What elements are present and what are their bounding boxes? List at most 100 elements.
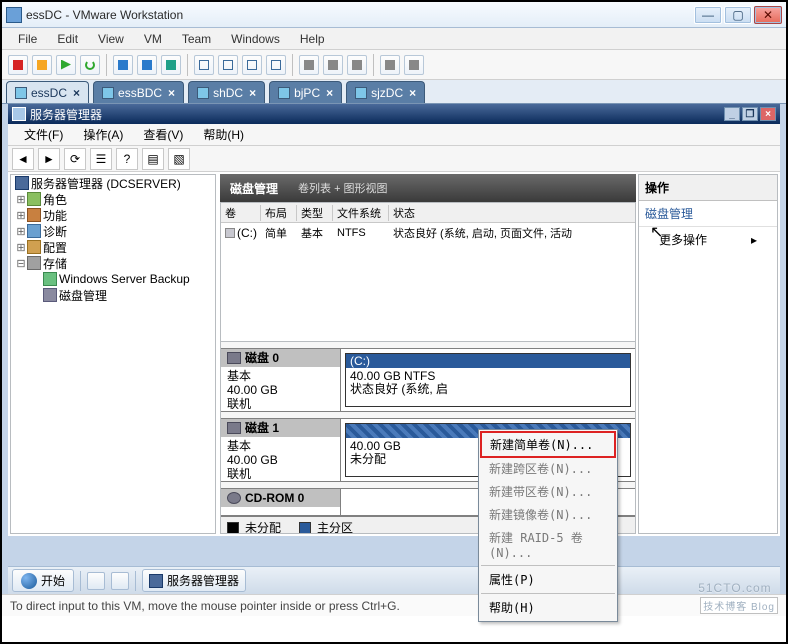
- disk-1-label[interactable]: 磁盘 1 基本 40.00 GB 联机: [221, 419, 341, 481]
- cm-properties[interactable]: 属性(P): [481, 568, 615, 591]
- menu-team[interactable]: Team: [172, 30, 221, 48]
- mmc-restore-button[interactable]: ❐: [742, 107, 758, 121]
- cm-help[interactable]: 帮助(H): [481, 596, 615, 619]
- menu-edit[interactable]: Edit: [47, 30, 88, 48]
- disk-0-volume-c[interactable]: (C:) 40.00 GB NTFS 状态良好 (系统, 启: [345, 353, 631, 407]
- mmc-close-button[interactable]: ×: [760, 107, 776, 121]
- col-type[interactable]: 类型: [297, 205, 333, 221]
- vm-icon: [197, 87, 209, 99]
- tree-backup[interactable]: Windows Server Backup: [11, 271, 215, 287]
- tree-roles[interactable]: ⊞角色: [11, 191, 215, 207]
- vm-tab-bjpc[interactable]: bjPC×: [269, 81, 342, 103]
- menu-view[interactable]: View: [88, 30, 134, 48]
- refresh-button[interactable]: ⟳: [64, 148, 86, 170]
- tree-diag[interactable]: ⊞诊断: [11, 223, 215, 239]
- suspend-button[interactable]: [32, 55, 52, 75]
- cm-new-simple-volume[interactable]: 新建简单卷(N)...: [482, 433, 614, 456]
- tree-config[interactable]: ⊞配置: [11, 239, 215, 255]
- vm-tab-essbdc[interactable]: essBDC×: [93, 81, 184, 103]
- forward-button[interactable]: ►: [38, 148, 60, 170]
- disk-icon: [227, 352, 241, 364]
- tab-close-icon[interactable]: ×: [168, 86, 175, 100]
- server-manager-titlebar: 服务器管理器 _ ❐ ×: [8, 104, 780, 124]
- taskbar-server-manager[interactable]: 服务器管理器: [142, 569, 246, 592]
- col-layout[interactable]: 布局: [261, 205, 297, 221]
- vm-icon: [355, 87, 367, 99]
- volume-row[interactable]: (C:) 简单 基本 NTFS 状态良好 (系统, 启动, 页面文件, 活动: [221, 223, 635, 243]
- cdrom-label[interactable]: CD-ROM 0: [221, 489, 341, 515]
- detail-button[interactable]: ▤: [142, 148, 164, 170]
- expand-icon[interactable]: ⊞: [15, 241, 27, 254]
- vm-tab-shdc[interactable]: shDC×: [188, 81, 265, 103]
- expand-icon[interactable]: ⊞: [15, 193, 27, 206]
- tree-root[interactable]: 服务器管理器 (DCSERVER): [11, 175, 215, 191]
- mmc-menu-action[interactable]: 操作(A): [73, 124, 133, 145]
- capture-button[interactable]: [347, 55, 367, 75]
- start-button[interactable]: 开始: [12, 569, 74, 592]
- minimize-button[interactable]: —: [694, 6, 722, 24]
- tab-close-icon[interactable]: ×: [326, 86, 333, 100]
- tree-diskmgmt[interactable]: 磁盘管理: [11, 287, 215, 303]
- guest-taskbar: 开始 服务器管理器: [8, 566, 780, 594]
- extra-button[interactable]: ▧: [168, 148, 190, 170]
- col-vol[interactable]: 卷: [221, 205, 261, 221]
- disk-icon: [43, 288, 57, 302]
- extra2-button[interactable]: [404, 55, 424, 75]
- quicklaunch-2[interactable]: [111, 572, 129, 590]
- cm-new-striped-volume: 新建带区卷(N)...: [481, 480, 615, 503]
- tree-features[interactable]: ⊞功能: [11, 207, 215, 223]
- expand-icon[interactable]: ⊞: [15, 209, 27, 222]
- tab-close-icon[interactable]: ×: [409, 86, 416, 100]
- quickswitch-button[interactable]: [266, 55, 286, 75]
- close-button[interactable]: ✕: [754, 6, 782, 24]
- cm-new-raid5-volume: 新建 RAID-5 卷(N)...: [481, 526, 615, 563]
- tab-close-icon[interactable]: ×: [249, 86, 256, 100]
- revert-button[interactable]: [137, 55, 157, 75]
- server-manager-title: 服务器管理器: [30, 106, 102, 123]
- volume-list[interactable]: 卷 布局 类型 文件系统 状态 (C:) 简单 基本 NTFS 状态良好 (系统…: [220, 202, 636, 342]
- mmc-menu-file[interactable]: 文件(F): [14, 124, 73, 145]
- vm-tab-essdc[interactable]: essDC×: [6, 81, 89, 103]
- maximize-button[interactable]: ▢: [724, 6, 752, 24]
- features-icon: [27, 208, 41, 222]
- fullscreen-button[interactable]: [299, 55, 319, 75]
- tree-storage[interactable]: ⊟存储: [11, 255, 215, 271]
- extra1-button[interactable]: [380, 55, 400, 75]
- summary-button[interactable]: [242, 55, 262, 75]
- unity-button[interactable]: [323, 55, 343, 75]
- menu-help[interactable]: Help: [290, 30, 335, 48]
- snapshot-button[interactable]: [113, 55, 133, 75]
- mmc-menubar: 文件(F) 操作(A) 查看(V) 帮助(H): [8, 124, 780, 146]
- vmware-toolbar: [2, 50, 786, 80]
- col-fs[interactable]: 文件系统: [333, 205, 389, 221]
- mmc-menu-view[interactable]: 查看(V): [133, 124, 193, 145]
- menu-windows[interactable]: Windows: [221, 30, 290, 48]
- appliance-button[interactable]: [218, 55, 238, 75]
- more-actions-item[interactable]: 更多操作 ▸: [639, 227, 777, 252]
- poweroff-button[interactable]: [8, 55, 28, 75]
- disk-0-label[interactable]: 磁盘 0 基本 40.00 GB 联机: [221, 349, 341, 411]
- collapse-icon[interactable]: ⊟: [15, 257, 27, 270]
- vm-tab-sjzdc[interactable]: sjzDC×: [346, 81, 425, 103]
- navigation-tree[interactable]: 服务器管理器 (DCSERVER) ⊞角色 ⊞功能 ⊞诊断 ⊞配置 ⊟存储 Wi…: [10, 174, 216, 534]
- show-console-button[interactable]: [194, 55, 214, 75]
- menu-vm[interactable]: VM: [134, 30, 172, 48]
- legend-primary-icon: [299, 522, 311, 534]
- snapshot-mgr-button[interactable]: [161, 55, 181, 75]
- mmc-minimize-button[interactable]: _: [724, 107, 740, 121]
- col-status[interactable]: 状态: [389, 205, 635, 221]
- back-button[interactable]: ◄: [12, 148, 34, 170]
- tab-close-icon[interactable]: ×: [73, 86, 80, 100]
- disk-0-row[interactable]: 磁盘 0 基本 40.00 GB 联机 (C:) 40.00 GB NTFS 状…: [221, 348, 635, 412]
- legend-unalloc-icon: [227, 522, 239, 534]
- list-view-button[interactable]: ☰: [90, 148, 112, 170]
- reset-button[interactable]: [80, 55, 100, 75]
- actions-pane: 操作 磁盘管理 更多操作 ▸: [638, 174, 778, 534]
- details-subtitle: 卷列表 + 图形视图: [298, 180, 388, 196]
- menu-file[interactable]: File: [8, 30, 47, 48]
- mmc-menu-help[interactable]: 帮助(H): [193, 124, 254, 145]
- poweron-button[interactable]: [56, 55, 76, 75]
- quicklaunch-1[interactable]: [87, 572, 105, 590]
- expand-icon[interactable]: ⊞: [15, 225, 27, 238]
- help-button[interactable]: ?: [116, 148, 138, 170]
